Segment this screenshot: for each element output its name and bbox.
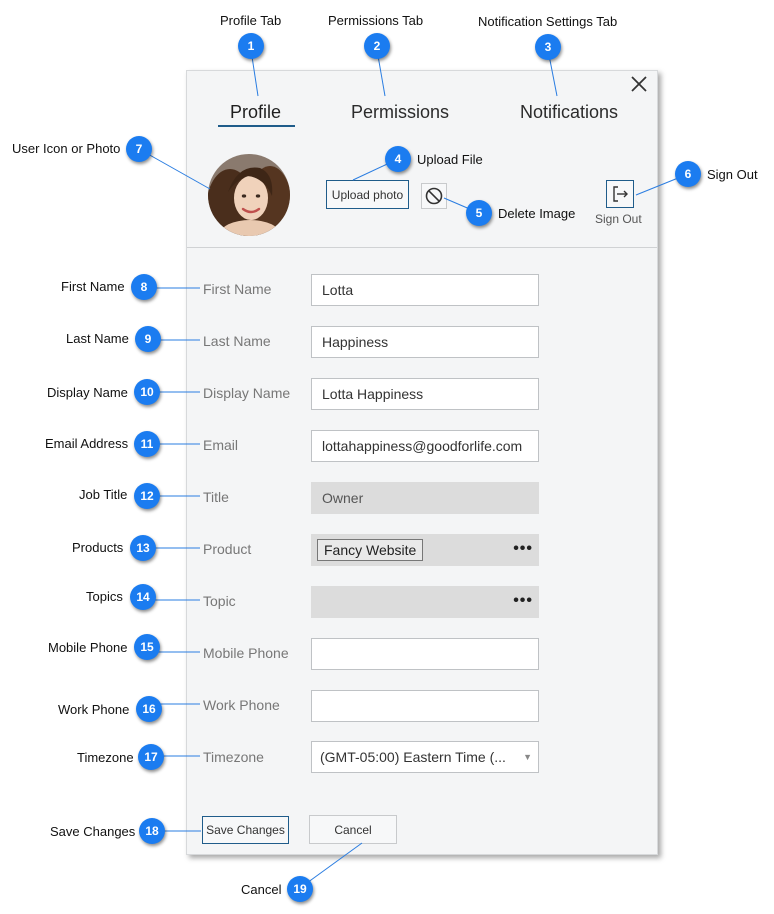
annotation-18-badge: 18 (139, 818, 165, 844)
last-name-label: Last Name (203, 333, 271, 349)
annotation-18-text: Save Changes (50, 824, 136, 839)
topic-label: Topic (203, 593, 236, 609)
annotation-5-text: Delete Image (498, 206, 576, 221)
annotation-14-text: Topics (86, 589, 123, 604)
tab-profile[interactable]: Profile (230, 102, 281, 123)
annotation-9-text: Last Name (66, 331, 129, 346)
timezone-label: Timezone (203, 749, 264, 765)
upload-photo-button[interactable]: Upload photo (326, 180, 409, 209)
last-name-input[interactable] (311, 326, 539, 358)
user-avatar[interactable] (208, 154, 290, 236)
delete-image-button[interactable] (421, 183, 447, 209)
annotation-4-badge: 4 (385, 146, 411, 172)
chevron-down-icon: ▼ (523, 752, 532, 762)
annotation-16-badge: 16 (136, 696, 162, 722)
close-icon[interactable] (627, 72, 651, 96)
title-label: Title (203, 489, 229, 505)
display-name-input[interactable] (311, 378, 539, 410)
annotation-1-text: Profile Tab (220, 13, 282, 28)
annotation-6-text: Sign Out (707, 167, 758, 182)
product-label: Product (203, 541, 252, 557)
annotation-5-badge: 5 (466, 200, 492, 226)
product-more-icon[interactable]: ••• (513, 540, 533, 558)
annotation-17-badge: 17 (138, 744, 164, 770)
timezone-value: (GMT-05:00) Eastern Time (... (320, 749, 506, 765)
annotation-3-badge: 3 (535, 34, 561, 60)
annotation-16-text: Work Phone (58, 702, 130, 717)
annotation-13-badge: 13 (130, 535, 156, 561)
first-name-label: First Name (203, 281, 272, 297)
work-phone-label: Work Phone (203, 697, 280, 713)
annotation-19-badge: 19 (287, 876, 313, 902)
profile-dialog: Profile Permissions Notifications Upload… (186, 70, 658, 855)
annotation-2-text: Permissions Tab (328, 13, 424, 28)
tab-notifications[interactable]: Notifications (520, 102, 618, 123)
annotation-10-text: Display Name (47, 385, 128, 400)
annotation-17-text: Timezone (77, 750, 134, 765)
first-name-input[interactable] (311, 274, 539, 306)
product-chip[interactable]: Fancy Website (317, 539, 424, 561)
tab-permissions[interactable]: Permissions (351, 102, 449, 123)
annotation-12-badge: 12 (134, 483, 160, 509)
annotation-3-text: Notification Settings Tab (478, 14, 618, 29)
annotation-10-badge: 10 (134, 379, 160, 405)
active-tab-underline (218, 125, 295, 127)
annotation-9-badge: 9 (135, 326, 161, 352)
topic-more-icon[interactable]: ••• (513, 592, 533, 610)
mobile-phone-label: Mobile Phone (203, 645, 289, 661)
annotation-7-text: User Icon or Photo (12, 141, 121, 156)
annotation-4-text: Upload File (417, 152, 483, 167)
cancel-button[interactable]: Cancel (309, 815, 397, 844)
annotation-1-badge: 1 (238, 33, 264, 59)
sign-out-icon (613, 186, 628, 202)
work-phone-input[interactable] (311, 690, 539, 722)
annotation-14-badge: 14 (130, 584, 156, 610)
annotation-11-badge: 11 (134, 431, 160, 457)
email-input[interactable] (311, 430, 539, 462)
product-field: Fancy Website ••• (311, 534, 539, 566)
save-changes-button[interactable]: Save Changes (202, 816, 289, 844)
title-input (311, 482, 539, 514)
display-name-label: Display Name (203, 385, 291, 401)
timezone-select[interactable]: (GMT-05:00) Eastern Time (... ▼ (311, 741, 539, 773)
sign-out-label: Sign Out (595, 212, 642, 226)
annotation-8-text: First Name (61, 279, 125, 294)
annotation-7-badge: 7 (126, 136, 152, 162)
annotation-6-badge: 6 (675, 161, 701, 187)
annotation-2-badge: 2 (364, 33, 390, 59)
sign-out-button[interactable] (606, 180, 634, 208)
section-divider (187, 247, 657, 248)
annotation-12-text: Job Title (79, 487, 128, 502)
topic-field: ••• (311, 586, 539, 618)
annotation-15-text: Mobile Phone (48, 640, 128, 655)
email-label: Email (203, 437, 239, 453)
block-icon (425, 187, 443, 205)
mobile-phone-input[interactable] (311, 638, 539, 670)
annotation-19-text: Cancel (241, 882, 282, 897)
annotation-11-text: Email Address (45, 436, 129, 451)
annotation-13-text: Products (72, 540, 124, 555)
annotation-8-badge: 8 (131, 274, 157, 300)
annotation-15-badge: 15 (134, 634, 160, 660)
